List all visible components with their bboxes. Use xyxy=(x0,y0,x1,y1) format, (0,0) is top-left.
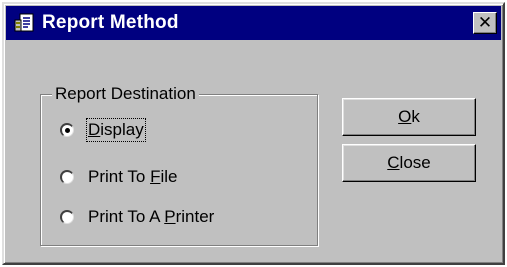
radio-indicator-display[interactable] xyxy=(60,123,74,137)
radio-indicator-print-to-printer[interactable] xyxy=(60,210,74,224)
radio-indicator-print-to-file[interactable] xyxy=(60,170,74,184)
radio-label-print-to-printer: Print To A Printer xyxy=(88,207,215,226)
radio-selected-dot xyxy=(65,128,70,133)
group-label: Report Destination xyxy=(52,84,199,104)
radio-label-print-to-file: Print To File xyxy=(88,167,178,186)
radio-display[interactable]: Display xyxy=(60,118,146,142)
report-app-icon xyxy=(14,12,36,34)
title-bar[interactable]: Report Method ✕ xyxy=(6,6,501,40)
close-button[interactable]: Close xyxy=(342,144,476,182)
radio-label-display: Display xyxy=(86,118,146,142)
radio-print-to-printer[interactable]: Print To A Printer xyxy=(60,207,214,227)
window-title: Report Method xyxy=(42,12,179,33)
close-icon: ✕ xyxy=(477,12,493,33)
report-method-dialog: Report Method ✕ Report Destination Displ… xyxy=(2,2,505,265)
ok-button[interactable]: Ok xyxy=(342,98,476,136)
radio-print-to-file[interactable]: Print To File xyxy=(60,167,177,187)
close-window-button[interactable]: ✕ xyxy=(473,12,497,34)
